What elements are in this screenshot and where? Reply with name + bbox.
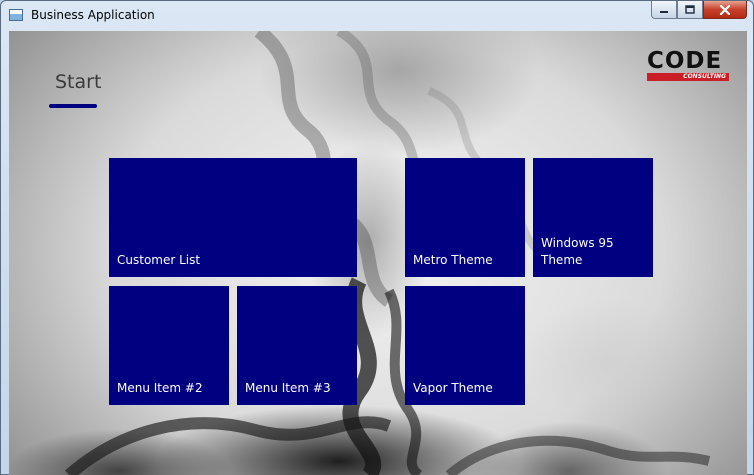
tile-windows95-theme[interactable]: Windows 95 Theme bbox=[533, 158, 653, 277]
tile-menu-item-2[interactable]: Menu Item #2 bbox=[109, 286, 229, 405]
minimize-icon bbox=[660, 10, 668, 13]
maximize-icon bbox=[685, 5, 695, 14]
tile-customer-list[interactable]: Customer List bbox=[109, 158, 357, 277]
logo-word: CODE bbox=[647, 48, 723, 74]
tile-label: Metro Theme bbox=[413, 253, 493, 267]
tile-label: Menu Item #3 bbox=[245, 381, 331, 395]
code-consulting-logo: CODE CONSULTING bbox=[647, 48, 729, 81]
app-icon[interactable] bbox=[9, 9, 23, 21]
minimize-button[interactable] bbox=[651, 1, 677, 19]
application-window: Business Application Start CODE CONSULTI… bbox=[0, 0, 754, 475]
logo-subtitle: CONSULTING bbox=[683, 73, 726, 80]
tile-label: Customer List bbox=[117, 253, 201, 267]
tile-label: Windows 95 Theme bbox=[541, 236, 614, 267]
close-button[interactable] bbox=[703, 1, 747, 19]
tile-menu-item-3[interactable]: Menu Item #3 bbox=[237, 286, 357, 405]
tile-vapor-theme[interactable]: Vapor Theme bbox=[405, 286, 525, 405]
title-bar[interactable]: Business Application bbox=[1, 1, 753, 31]
start-screen: Start CODE CONSULTING Customer List Metr… bbox=[9, 31, 747, 475]
caption-buttons bbox=[651, 1, 747, 20]
tile-label: Menu Item #2 bbox=[117, 381, 203, 395]
close-icon bbox=[719, 4, 731, 15]
tile-label: Vapor Theme bbox=[413, 381, 493, 395]
title-underline bbox=[49, 104, 97, 108]
page-title: Start bbox=[55, 71, 102, 93]
maximize-button[interactable] bbox=[677, 1, 703, 19]
tile-metro-theme[interactable]: Metro Theme bbox=[405, 158, 525, 277]
window-title: Business Application bbox=[31, 8, 155, 22]
